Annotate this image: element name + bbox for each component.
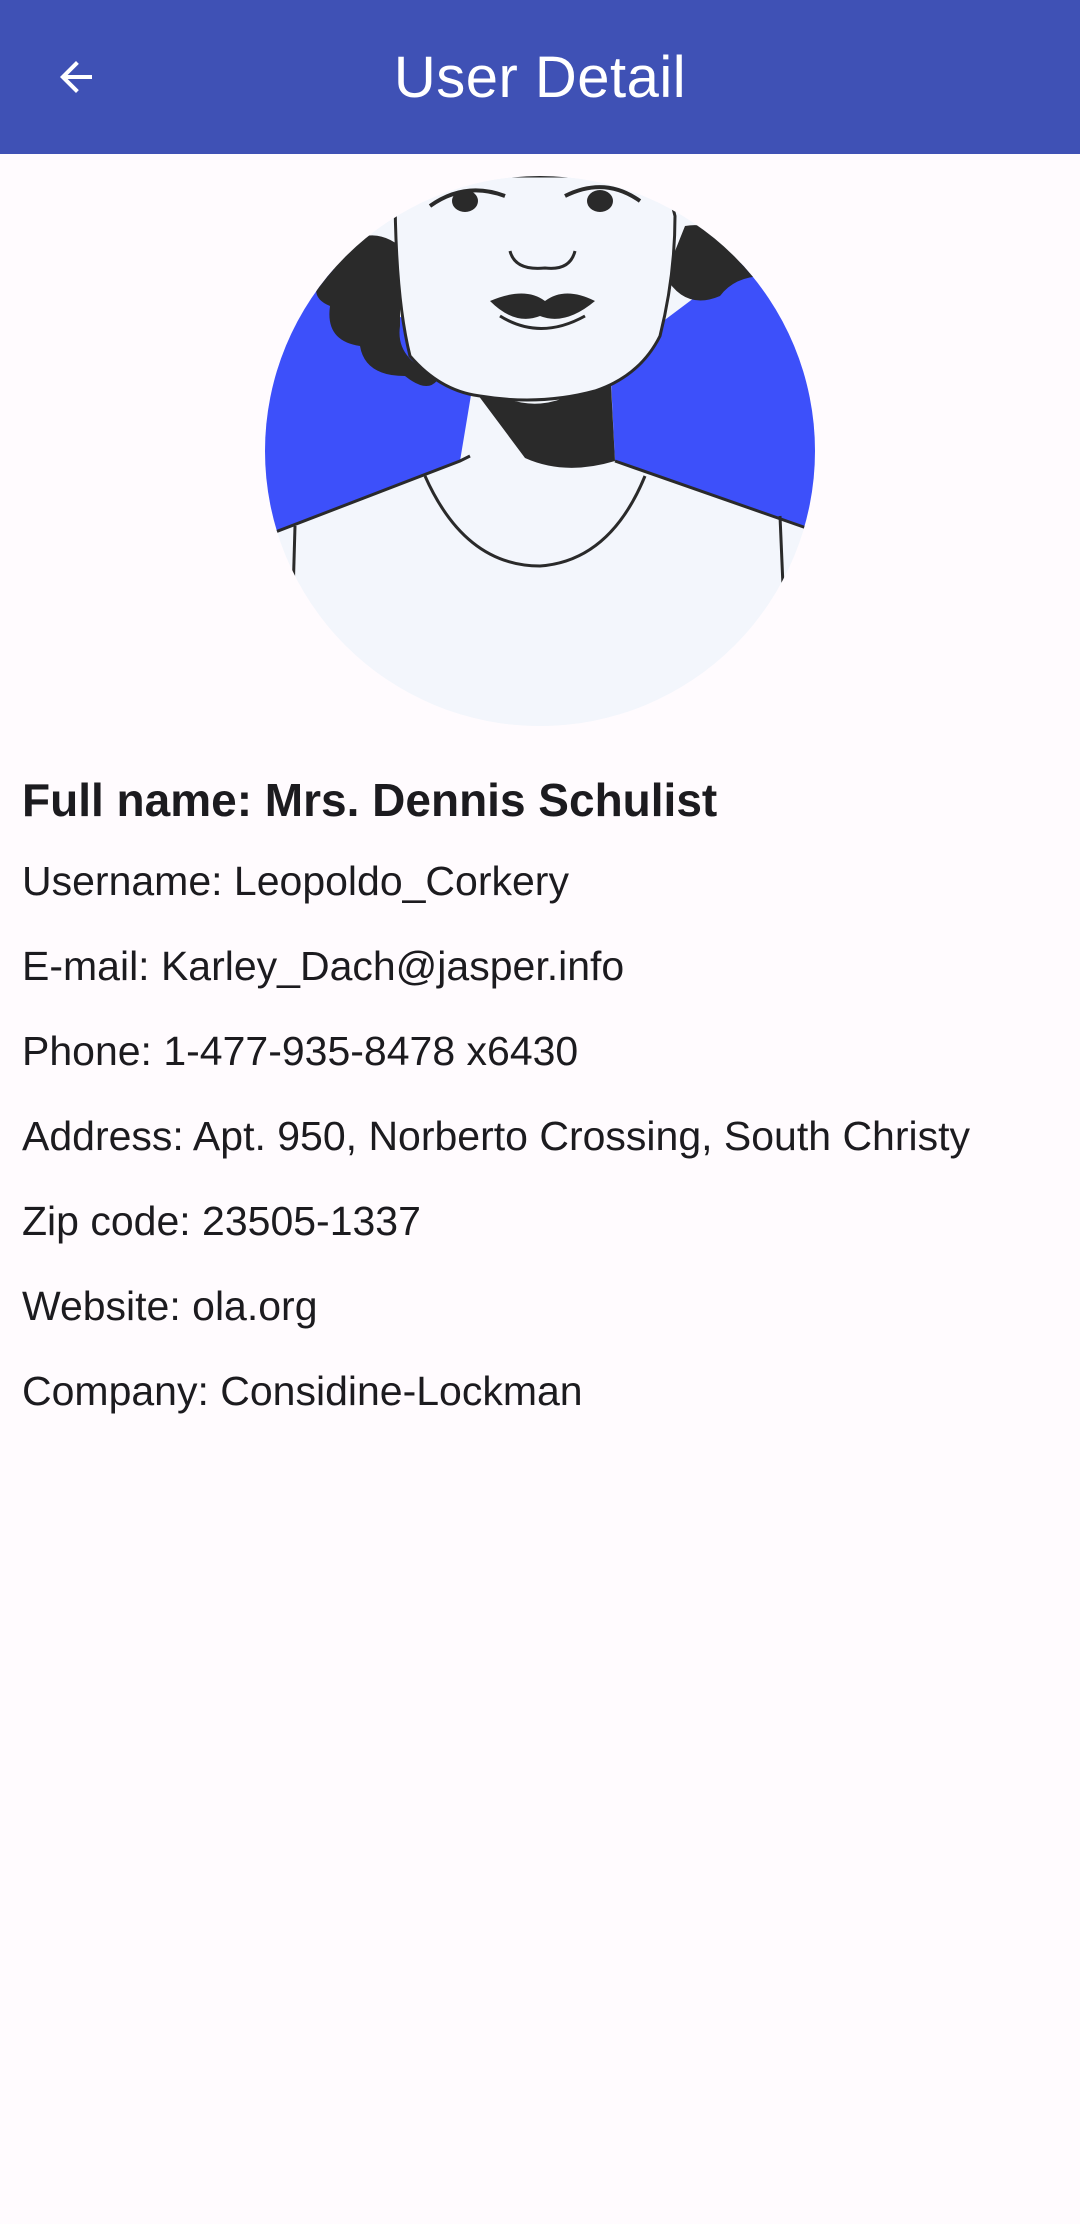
full-name: Full name: Mrs. Dennis Schulist xyxy=(22,774,718,826)
page-title: User Detail xyxy=(393,44,687,110)
avatar xyxy=(265,176,815,726)
email: E-mail: Karley_Dach@jasper.info xyxy=(22,943,625,990)
back-button[interactable] xyxy=(36,37,116,117)
woman-illustration-icon xyxy=(265,176,815,726)
user-details: Full name: Mrs. Dennis Schulist Username… xyxy=(0,768,1080,1422)
username: Username: Leopoldo_Corkery xyxy=(22,858,569,905)
company: Company: Considine-Lockman xyxy=(22,1368,583,1415)
arrow-back-icon xyxy=(60,61,92,93)
app-bar: User Detail xyxy=(0,0,1080,154)
address: Address: Apt. 950, Norberto Crossing, So… xyxy=(22,1113,971,1160)
phone: Phone: 1-477-935-8478 x6430 xyxy=(22,1028,579,1075)
zip-code: Zip code: 23505-1337 xyxy=(22,1198,421,1245)
website: Website: ola.org xyxy=(22,1283,318,1330)
